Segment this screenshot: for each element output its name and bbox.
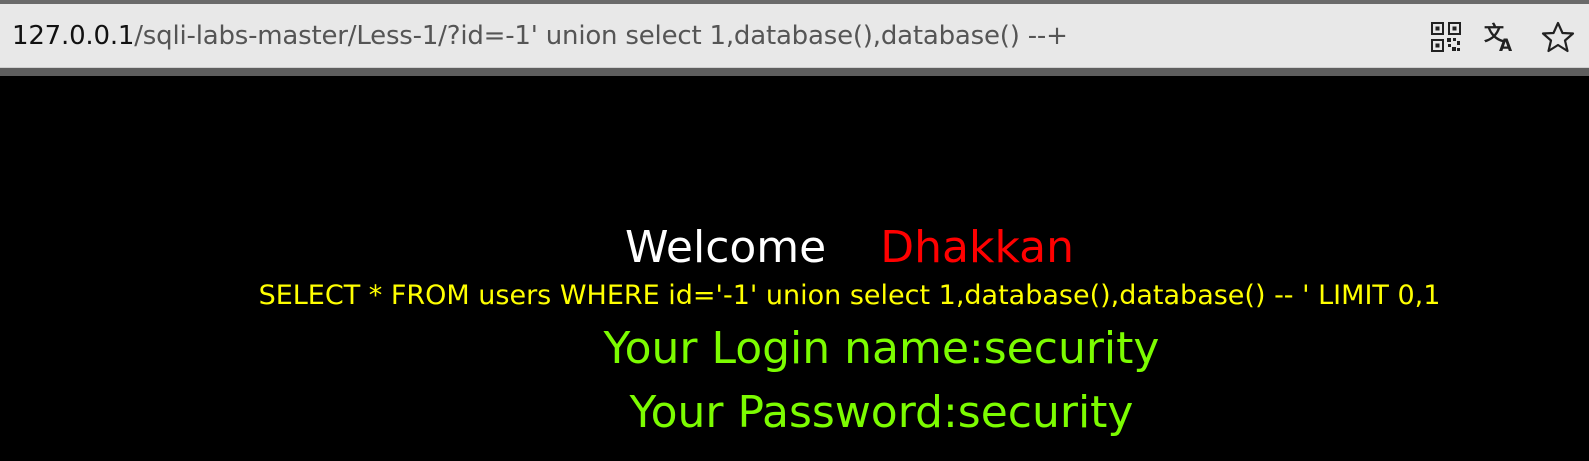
qr-code-icon[interactable] <box>1431 22 1461 52</box>
welcome-heading: Welcome Dhakkan <box>0 220 1589 276</box>
user-name: Dhakkan <box>880 222 1075 273</box>
svg-text:A: A <box>1499 36 1513 54</box>
star-icon[interactable] <box>1538 20 1578 54</box>
page-content: Welcome Dhakkan SELECT * FROM users WHERE… <box>0 76 1589 461</box>
password-result: Your Password:security <box>629 387 1134 438</box>
sql-query-text: SELECT * FROM users WHERE id='-1' union … <box>258 280 1441 311</box>
login-name-result: Your Login name:security <box>603 323 1160 374</box>
url-host: 127.0.0.1 <box>12 21 135 51</box>
url-field[interactable]: 127.0.0.1/sqli-labs-master/Less-1/?id=-1… <box>12 18 1068 54</box>
url-path: /sqli-labs-master/Less-1/?id=-1' union s… <box>134 21 1068 51</box>
address-bar[interactable]: 127.0.0.1/sqli-labs-master/Less-1/?id=-1… <box>0 4 1589 68</box>
translate-icon[interactable]: 文 A <box>1483 20 1519 56</box>
browser-chrome-separator <box>0 68 1589 76</box>
welcome-text: Welcome <box>624 222 827 273</box>
